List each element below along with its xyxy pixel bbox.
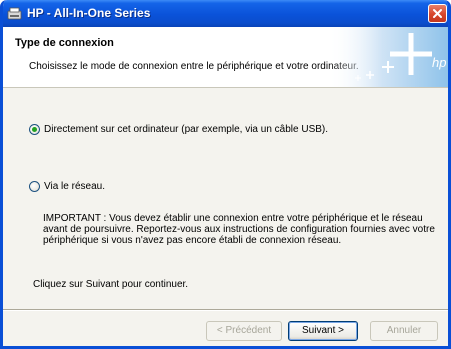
previous-button[interactable]: < Précédent <box>206 321 282 341</box>
page-title: Type de connexion <box>15 37 114 49</box>
footer-divider <box>3 309 448 311</box>
title-bar[interactable]: HP - All-In-One Series <box>3 0 448 27</box>
installer-window: HP - All-In-One Series Type de connexion… <box>0 0 451 349</box>
important-note: IMPORTANT : Vous devez établir une conne… <box>43 213 435 246</box>
radio-network[interactable] <box>29 181 40 192</box>
radio-selected-dot <box>32 127 37 132</box>
cancel-button[interactable]: Annuler <box>370 321 438 341</box>
option-direct-usb-label[interactable]: Directement sur cet ordinateur (par exem… <box>44 124 328 135</box>
close-icon <box>433 9 442 18</box>
hp-logo-decoration: hp <box>328 27 448 87</box>
wizard-header: Type de connexion Choisissez le mode de … <box>3 27 448 88</box>
option-network-label[interactable]: Via le réseau. <box>44 181 105 192</box>
close-button[interactable] <box>428 4 447 23</box>
hp-app-icon <box>7 7 22 20</box>
hp-logo-text: hp <box>432 55 446 70</box>
window-title: HP - All-In-One Series <box>27 6 151 20</box>
instruction-text: Cliquez sur Suivant pour continuer. <box>33 279 189 290</box>
radio-direct-usb[interactable] <box>29 124 40 135</box>
next-button[interactable]: Suivant > <box>288 321 358 341</box>
page-subtitle: Choisissez le mode de connexion entre le… <box>29 61 359 72</box>
